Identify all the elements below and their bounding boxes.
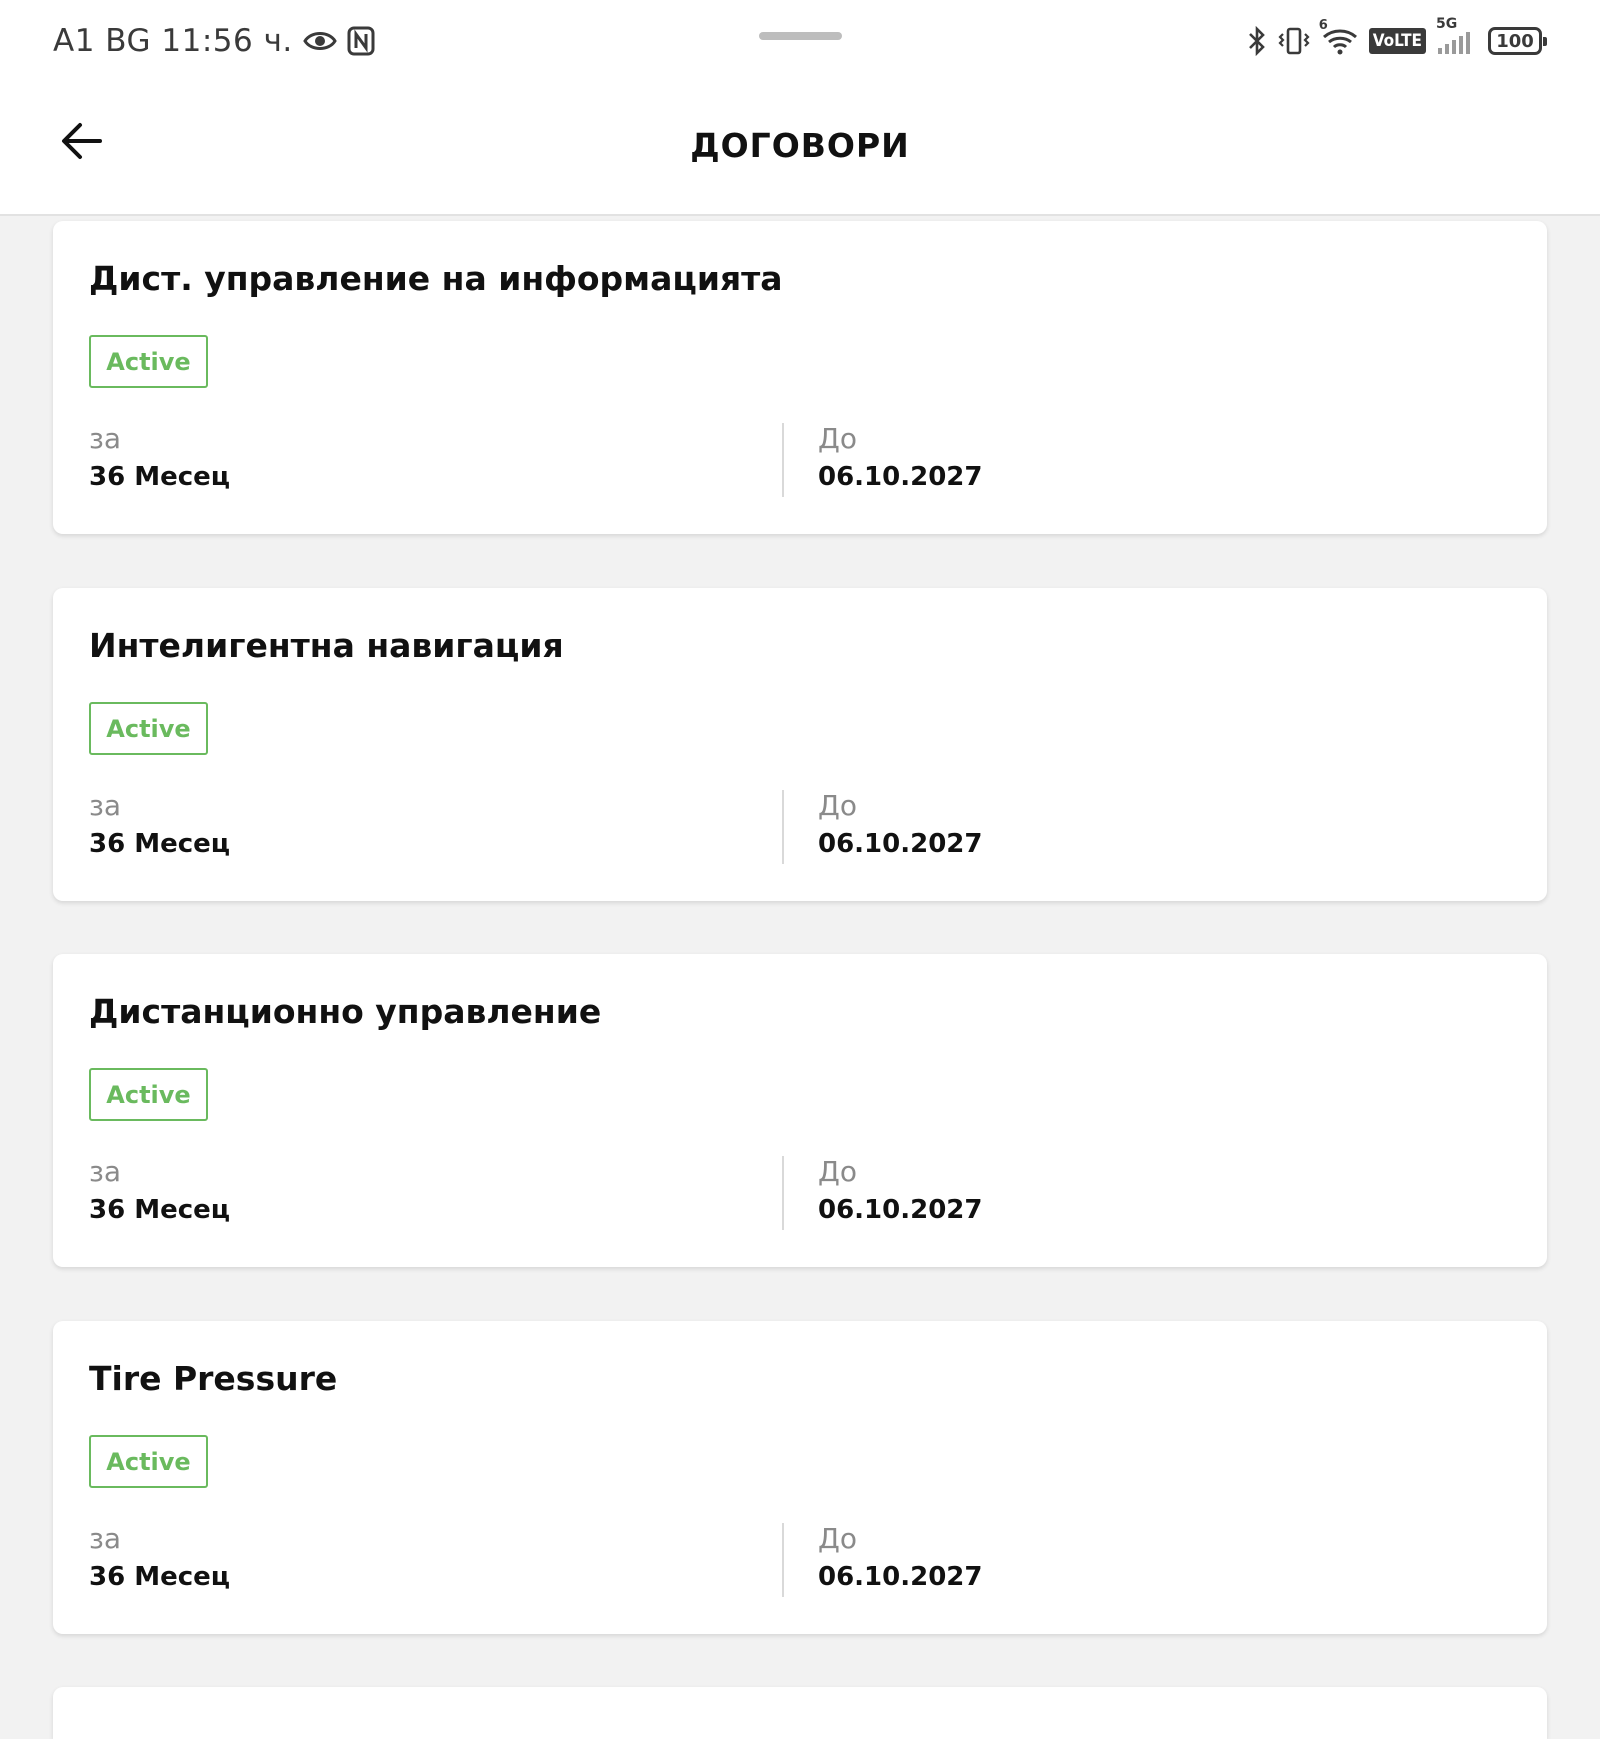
duration-field: за 36 Месец bbox=[89, 788, 230, 864]
end-date-value: 06.10.2027 bbox=[818, 462, 983, 492]
signal-icon: 5G bbox=[1436, 16, 1478, 56]
status-bar-left: A1 BG 11:56 ч. bbox=[53, 23, 375, 59]
end-date-value: 06.10.2027 bbox=[818, 829, 983, 859]
end-date-field: До 06.10.2027 bbox=[818, 1521, 982, 1597]
end-date-label: До bbox=[818, 1155, 858, 1188]
end-date-label: До bbox=[818, 1522, 858, 1555]
duration-label: за bbox=[89, 1522, 122, 1555]
status-badge: Active bbox=[89, 1068, 208, 1121]
battery-icon: 100 bbox=[1488, 27, 1547, 55]
duration-value: 36 Месец bbox=[89, 462, 231, 492]
column-divider bbox=[782, 1523, 784, 1597]
status-bar-right: 6 VoLTE 5G 100 bbox=[1247, 16, 1548, 56]
duration-value: 36 Месец bbox=[89, 829, 231, 859]
end-date-value: 06.10.2027 bbox=[818, 1562, 983, 1592]
bluetooth-icon bbox=[1247, 26, 1267, 56]
contract-title: Интелигентна навигация bbox=[89, 626, 564, 665]
end-date-field: До 06.10.2027 bbox=[818, 788, 982, 864]
duration-label: за bbox=[89, 1155, 122, 1188]
contract-title: Tire Pressure bbox=[89, 1359, 338, 1398]
column-divider bbox=[782, 423, 784, 497]
wifi-icon: 6 bbox=[1319, 18, 1359, 56]
contract-title: Дистанционно управление bbox=[89, 992, 602, 1031]
end-date-field: До 06.10.2027 bbox=[818, 1154, 982, 1230]
wifi-badge: 6 bbox=[1318, 18, 1328, 33]
vibrate-icon bbox=[1277, 26, 1311, 56]
battery-level: 100 bbox=[1496, 30, 1534, 52]
column-divider bbox=[782, 1156, 784, 1230]
end-date-label: До bbox=[818, 789, 858, 822]
eye-icon bbox=[302, 29, 337, 53]
duration-field: за 36 Месец bbox=[89, 1154, 230, 1230]
duration-label: за bbox=[89, 422, 122, 455]
network-type: 5G bbox=[1436, 16, 1458, 32]
contract-card[interactable]: Дист. управление на информацията Active … bbox=[53, 221, 1547, 534]
nfc-icon bbox=[347, 26, 375, 56]
contract-card-partial[interactable] bbox=[53, 1687, 1547, 1739]
drag-handle[interactable] bbox=[759, 32, 842, 40]
contract-card[interactable]: Дистанционно управление Active за 36 Мес… bbox=[53, 954, 1547, 1267]
duration-field: за 36 Месец bbox=[89, 1521, 230, 1597]
duration-field: за 36 Месец bbox=[89, 421, 230, 497]
end-date-label: До bbox=[818, 422, 858, 455]
end-date-field: До 06.10.2027 bbox=[818, 421, 982, 497]
contract-title: Дист. управление на информацията bbox=[89, 259, 783, 298]
column-divider bbox=[782, 790, 784, 864]
status-badge: Active bbox=[89, 1435, 208, 1488]
contract-card[interactable]: Интелигентна навигация Active за 36 Месе… bbox=[53, 588, 1547, 901]
volte-icon: VoLTE bbox=[1368, 28, 1426, 54]
duration-value: 36 Месец bbox=[89, 1195, 231, 1225]
duration-label: за bbox=[89, 789, 122, 822]
contracts-screen: A1 BG 11:56 ч. 6 VoLTE 5G 100 ДОГОВОРИ Д… bbox=[0, 0, 1600, 1739]
status-badge: Active bbox=[89, 335, 208, 388]
page-title: ДОГОВОРИ bbox=[690, 126, 910, 165]
carrier-time: A1 BG 11:56 ч. bbox=[53, 23, 293, 59]
duration-value: 36 Месец bbox=[89, 1562, 231, 1592]
status-bar: A1 BG 11:56 ч. 6 VoLTE 5G 100 bbox=[0, 0, 1600, 82]
contract-card[interactable]: Tire Pressure Active за 36 Месец До 06.1… bbox=[53, 1321, 1547, 1634]
status-badge: Active bbox=[89, 702, 208, 755]
app-bar: ДОГОВОРИ bbox=[0, 82, 1600, 216]
end-date-value: 06.10.2027 bbox=[818, 1195, 983, 1225]
